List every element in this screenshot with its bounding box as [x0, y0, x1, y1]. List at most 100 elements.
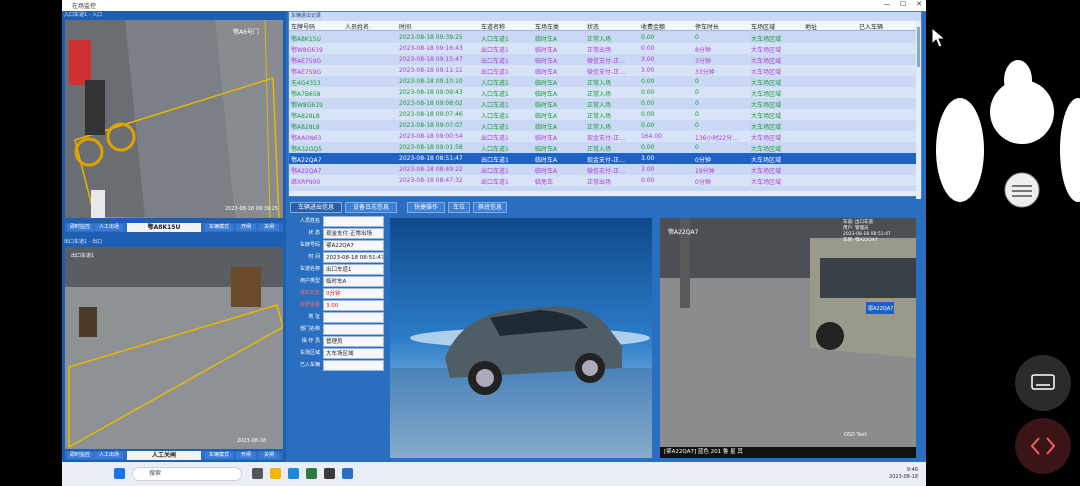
table-cell: 2023-08-18 09:10:10: [399, 78, 463, 85]
table-cell: 临时车A: [535, 58, 558, 65]
camera-1-feed[interactable]: 鄂A6号门 2023-08-18 09:39:25: [65, 20, 283, 218]
table-cell: 2023-08-18 09:39:25: [399, 34, 463, 41]
table-cell: 鄂AE759G: [291, 69, 321, 76]
table-row[interactable]: 鄂A8K15U 2023-08-18 09:39:25 入口车道1 临时车A 正常入场 0…: [289, 32, 917, 43]
detail-value: 0分钟: [323, 288, 384, 299]
table-row[interactable]: 鄂A828L8 2023-08-18 09:07:07 入口车道1 临时车A 正常入场 0…: [289, 120, 917, 131]
tab-vehicle-records[interactable]: 车辆进出信息: [290, 202, 342, 213]
camera-2-monitor-button[interactable]: 即时监控: [67, 452, 93, 459]
table-row[interactable]: 无4G4313 2023-08-18 09:10:10 入口车道1 临时车A 正常入场 0…: [289, 76, 917, 87]
table-cell: 入口车道1: [481, 124, 509, 131]
table-cell: 2023-08-18 09:01:58: [399, 144, 463, 151]
column-header[interactable]: 收费金额: [641, 22, 665, 31]
detail-label: 时 间: [308, 254, 320, 260]
table-row[interactable]: 赣XRP900 2023-08-18 08:47:32 出口车道1 临免车 正常出场 0.…: [289, 175, 917, 186]
column-header[interactable]: 时间: [399, 22, 411, 31]
camera-1-close-gate-button[interactable]: 关闸: [259, 224, 279, 231]
table-cell: 临时车A: [535, 91, 558, 98]
table-row[interactable]: 鄂A32GQ5 2023-08-18 09:01:58 入口车道1 临时车A 正常入场 0…: [289, 142, 917, 153]
snapshot-caption: [鄂A22QA7] 蓝色 201 鲁 星 其: [660, 447, 916, 458]
table-row[interactable]: 鄂AE759G 2023-08-18 09:15:47 出口车道1 临时车A 微信支付-…: [289, 54, 917, 65]
keyboard-icon: [1031, 374, 1055, 390]
table-cell: 0分钟: [695, 179, 711, 186]
monitor-app-icon[interactable]: [342, 468, 353, 479]
table-cell: 鄂A828L8: [291, 113, 320, 120]
camera-1-manual-exit-button[interactable]: 人工出场: [95, 224, 123, 231]
camera-1-monitor-button[interactable]: 即时监控: [67, 224, 93, 231]
column-header[interactable]: 人员姓名: [345, 22, 369, 31]
table-cell: 鄂AE759G: [291, 58, 321, 65]
table-cell: 2023-08-18 09:11:11: [399, 67, 463, 74]
scroll-thumb[interactable]: [917, 27, 920, 67]
column-header[interactable]: 车牌号码: [291, 22, 315, 31]
detail-value: [323, 216, 384, 227]
tab-parking-space[interactable]: 车位: [448, 202, 470, 213]
keyboard-button[interactable]: [1015, 355, 1071, 411]
camera-2-scene: 出口车道1 2023-08-18: [65, 247, 283, 449]
camera-2-open-gate-button[interactable]: 开闸: [236, 452, 256, 459]
table-cell: 0.00: [641, 100, 655, 107]
table-cell: 出口车道1: [481, 179, 509, 186]
column-header[interactable]: 状态: [587, 22, 599, 31]
table-row[interactable]: 鄂A828L8 2023-08-18 09:07:46 入口车道1 临时车A 正常入场 0…: [289, 109, 917, 120]
tab-device-log[interactable]: 设备日志信息: [345, 202, 397, 213]
camera-2-close-gate-button[interactable]: 关闸: [259, 452, 279, 459]
code-toggle-button[interactable]: [1015, 418, 1071, 474]
camera-1-open-gate-button[interactable]: 开闸: [236, 224, 256, 231]
taskbar-search[interactable]: 搜索: [132, 467, 242, 481]
table-cell: 入口车道1: [481, 102, 509, 109]
car-promo-image: [390, 218, 652, 458]
camera-2-mode-button[interactable]: 车辆模式: [205, 452, 233, 459]
edge-icon[interactable]: [288, 468, 299, 479]
detail-label: 车场区域: [299, 350, 320, 356]
table-row[interactable]: 鄂A22QA7 2023-08-18 08:51:47 出口车道1 临时车A 现金支付-…: [289, 153, 917, 164]
table-cell: 大车场区域: [751, 102, 782, 109]
column-header[interactable]: 地址: [805, 22, 817, 31]
minimize-button[interactable]: —: [880, 0, 894, 8]
touch-joystick-icon[interactable]: [930, 40, 1080, 230]
tab-quick-ops[interactable]: 快捷操作: [407, 202, 445, 213]
table-cell: 0.00: [641, 177, 655, 184]
app-icon[interactable]: [324, 468, 335, 479]
table-row[interactable]: 鄂A22QA7 2023-08-18 08:49:22 出口车道1 临时车A 微信支付-…: [289, 164, 917, 175]
close-button[interactable]: ✕: [912, 0, 926, 8]
column-header[interactable]: 停车时长: [695, 22, 719, 31]
column-header[interactable]: 已入车辆: [859, 22, 883, 31]
table-row[interactable]: 鄂W8G619 2023-08-18 09:08:02 入口车道1 临时车A 正常入场 0…: [289, 98, 917, 109]
table-cell: 大车场区域: [751, 146, 782, 153]
table-cell: 临时车A: [535, 124, 558, 131]
detail-value: [323, 360, 384, 371]
table-cell: 临时车A: [535, 146, 558, 153]
detail-value: 管理员: [323, 336, 384, 347]
table-row[interactable]: 鄂A7B658 2023-08-18 09:09:43 入口车道1 临时车A 正常入场 0…: [289, 87, 917, 98]
snapshot-overlay-text: 车道: 出口车道 用户: 管理员 2023-08-18 08:51:47 车牌:…: [843, 220, 891, 244]
column-header[interactable]: 车道名称: [481, 22, 505, 31]
maximize-button[interactable]: ☐: [896, 0, 910, 8]
detail-label: 已入车辆: [299, 362, 320, 368]
records-horizontal-scrollbar[interactable]: [289, 191, 917, 196]
camera-2-feed[interactable]: 出口车道1 2023-08-18: [65, 247, 283, 449]
column-header[interactable]: 车场车类: [535, 22, 559, 31]
table-cell: 鄂AA0N63: [291, 135, 322, 142]
tab-shift-change[interactable]: 换班信息: [473, 202, 507, 213]
table-cell: 大车场区域: [751, 58, 782, 65]
column-header[interactable]: 车场区域: [751, 22, 775, 31]
table-cell: 0.00: [641, 78, 655, 85]
table-cell: 0: [695, 78, 699, 85]
table-row[interactable]: 鄂AA0N63 2023-08-18 09:00:54 出口车道1 临时车A 现金支付-…: [289, 131, 917, 142]
table-row[interactable]: 鄂W8G619 2023-08-18 09:16:43 出口车道1 临时车A 正常出场 0…: [289, 43, 917, 54]
records-table: 车辆进出记录 车牌号码 人员姓名 时间 车道名称 车场车类 状态 收费金额 停车时长 车场区域 地…: [288, 11, 922, 199]
monitor-window: 在场监控 — ☐ ✕ 入口车道1 - 入口 鄂A6号门 2023-08-18 0…: [62, 0, 926, 462]
camera-1-mode-button[interactable]: 车辆模式: [205, 224, 233, 231]
task-view-icon[interactable]: [252, 468, 263, 479]
camera-1-plate: 鄂A8K15U: [127, 223, 201, 232]
store-icon[interactable]: [306, 468, 317, 479]
camera-2-manual-exit-button[interactable]: 人工出场: [95, 452, 123, 459]
records-vertical-scrollbar[interactable]: [916, 21, 921, 199]
file-explorer-icon[interactable]: [270, 468, 281, 479]
table-row[interactable]: 鄂AE759G 2023-08-18 09:11:11 出口车道1 临时车A 微信支付-…: [289, 65, 917, 76]
table-cell: 临免车: [535, 179, 554, 186]
detail-value: 3.00: [323, 300, 384, 311]
table-cell: 3.00: [641, 56, 655, 63]
windows-start-icon[interactable]: [114, 468, 125, 479]
